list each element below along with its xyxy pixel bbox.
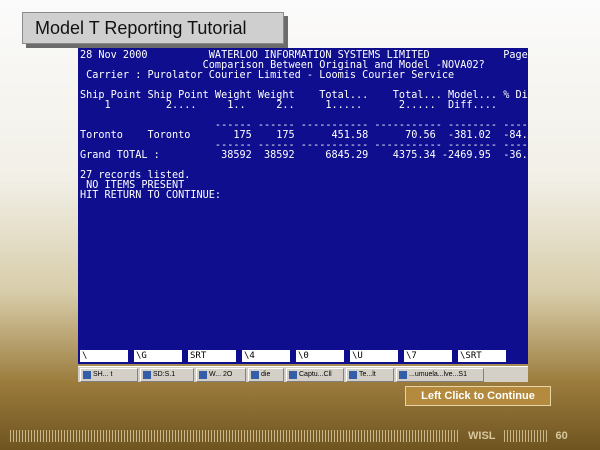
function-key-4[interactable]: \4 (242, 350, 290, 362)
function-key-3[interactable]: SRT (188, 350, 236, 362)
taskbar-item[interactable]: ...umuela...lve...S1 (396, 367, 484, 382)
terminal-screen[interactable]: 28 Nov 2000 WATERLOO INFORMATION SYSTEMS… (78, 48, 528, 348)
function-key-8[interactable]: \SRT (458, 350, 506, 362)
slide-footer: WISL 60 (10, 428, 590, 444)
function-key-1[interactable]: \ (80, 350, 128, 362)
continue-button[interactable]: Left Click to Continue (405, 386, 551, 406)
app-icon (349, 370, 357, 379)
page-number: 60 (555, 430, 568, 442)
continue-label: Left Click to Continue (421, 390, 535, 402)
taskbar-item[interactable]: SD:S.1 (140, 367, 194, 382)
function-key-5[interactable]: \0 (296, 350, 344, 362)
slide-title: Model T Reporting Tutorial (35, 17, 247, 38)
taskbar-item[interactable]: SH... t (80, 367, 138, 382)
terminal-line: Grand TOTAL : 38592 38592 6845.29 4375.3… (80, 150, 528, 161)
terminal-line: Carrier : Purolator Courier Limited - Lo… (80, 70, 455, 81)
function-key-7[interactable]: \7 (404, 350, 452, 362)
footer-brand: WISL (468, 430, 496, 442)
taskbar-item[interactable]: Te...lt (346, 367, 394, 382)
terminal-line: HIT RETURN TO CONTINUE: (80, 190, 222, 201)
terminal-line: 1 2.... 1.. 2.. 1..... 2..... Diff.... (80, 100, 498, 111)
function-key-6[interactable]: \U (350, 350, 398, 362)
app-icon (199, 370, 207, 379)
app-icon (83, 370, 91, 379)
slide-title-box: Model T Reporting Tutorial (22, 12, 284, 44)
taskbar-item[interactable]: W... 2O (196, 367, 246, 382)
footer-bar-decoration (10, 430, 460, 442)
function-key-bar: \ \G SRT \4 \0 \U \7 \SRT (78, 348, 528, 364)
footer-bar-decoration (503, 430, 548, 442)
taskbar-item[interactable]: Captu...Cll (286, 367, 344, 382)
app-icon (399, 370, 407, 379)
function-key-2[interactable]: \G (134, 350, 182, 362)
app-icon (251, 370, 259, 379)
app-icon (289, 370, 297, 379)
app-icon (143, 370, 151, 379)
taskbar-item[interactable]: die (248, 367, 284, 382)
windows-taskbar: SH... t SD:S.1 W... 2O die Captu...Cll T… (78, 366, 528, 382)
